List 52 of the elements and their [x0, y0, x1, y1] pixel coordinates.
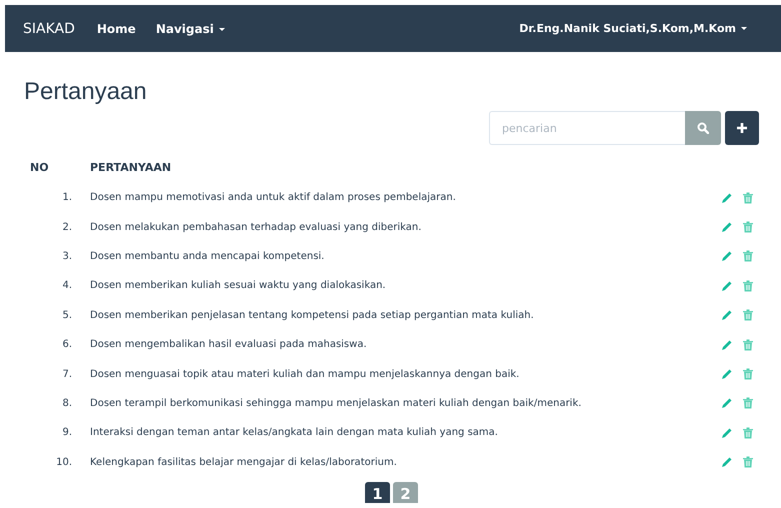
row-number: 3.	[62, 250, 72, 262]
search-icon	[697, 122, 709, 134]
row-number: 5.	[62, 310, 72, 321]
pencil-icon[interactable]	[721, 368, 733, 380]
trash-icon[interactable]	[743, 250, 753, 262]
row-number: 10.	[56, 456, 72, 468]
user-menu[interactable]: Dr.Eng.Nanik Suciati,S.Kom,M.Kom	[519, 22, 747, 35]
nav-link[interactable]: Navigasi	[156, 22, 225, 36]
pencil-icon[interactable]	[721, 309, 733, 322]
trash-icon[interactable]	[743, 338, 753, 351]
row-number: 2.	[62, 222, 72, 233]
page-title: Pertanyaan	[24, 78, 148, 106]
question-text: Dosen mengembalikan hasil evaluasi pada mahasiswa.	[90, 339, 367, 350]
question-text: Dosen memberikan kuliah sesuai waktu yang dialokasikan.	[90, 280, 386, 292]
trash-icon[interactable]	[743, 368, 753, 380]
trash-icon[interactable]	[743, 221, 753, 234]
trash-icon[interactable]	[743, 192, 753, 204]
row-number: 8.	[62, 398, 72, 409]
row-number: 9.	[62, 427, 72, 438]
question-text: Interaksi dengan teman antar kelas/angkata lain dengan mata kuliah yang sama.	[90, 427, 498, 438]
nav-link[interactable]: Home	[96, 22, 136, 36]
pencil-icon[interactable]	[721, 456, 733, 468]
row-number: 4.	[62, 280, 72, 292]
pencil-icon[interactable]	[721, 426, 733, 439]
add-button[interactable]	[725, 111, 759, 145]
question-text: Dosen terampil berkomunikasi sehingga mampu menjelaskan materi kuliah dengan baik/menarik.	[90, 398, 582, 409]
trash-icon[interactable]	[743, 309, 753, 322]
column-header: PERTANYAAN	[89, 160, 172, 176]
trash-icon[interactable]	[743, 280, 753, 292]
question-text: Dosen memberikan penjelasan tentang kompetensi pada setiap pergantian mata kuliah.	[90, 310, 534, 321]
row-number: 7.	[62, 368, 72, 380]
row-number: 1.	[62, 192, 72, 204]
question-text: Dosen mampu memotivasi anda untuk aktif dalam proses pembelajaran.	[90, 192, 456, 204]
pencil-icon[interactable]	[721, 397, 733, 410]
pencil-icon[interactable]	[721, 192, 733, 204]
question-text: Kelengkapan fasilitas belajar mengajar di kelas/laboratorium.	[90, 456, 397, 468]
question-text: Dosen membantu anda mencapai kompetensi.	[90, 250, 324, 262]
row-number: 6.	[62, 339, 72, 350]
pencil-icon[interactable]	[721, 280, 733, 292]
search-field[interactable]: pencarian	[489, 111, 685, 145]
question-text: Dosen melakukan pembahasan terhadap evaluasi yang diberikan.	[90, 222, 422, 233]
column-header: NO	[29, 160, 50, 176]
question-text: Dosen menguasai topik atau materi kuliah dan mampu menjelaskannya dengan baik.	[90, 368, 520, 380]
pencil-icon[interactable]	[721, 250, 733, 262]
trash-icon[interactable]	[743, 426, 753, 439]
trash-icon[interactable]	[743, 397, 753, 410]
plus-icon	[737, 123, 747, 133]
brand-link[interactable]: SIAKAD	[23, 20, 75, 36]
trash-icon[interactable]	[743, 456, 753, 468]
pencil-icon[interactable]	[721, 221, 733, 234]
pencil-icon[interactable]	[721, 338, 733, 351]
page-button[interactable]: 1	[365, 482, 390, 503]
